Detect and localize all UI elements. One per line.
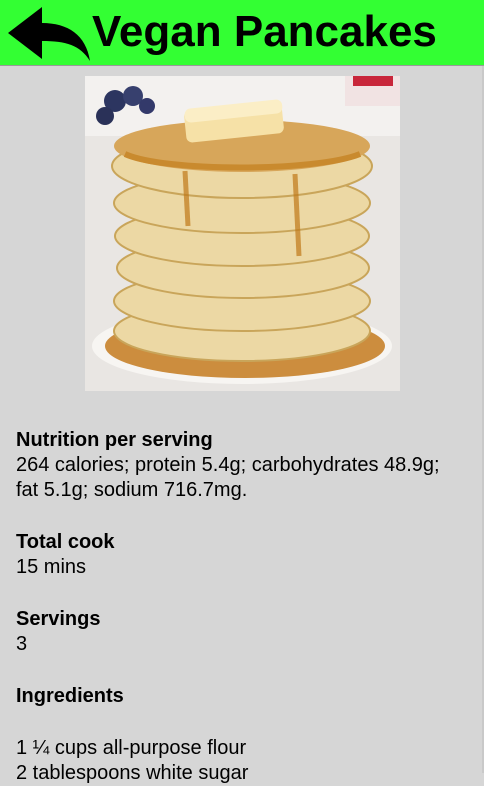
- nutrition-text: 264 calories; protein 5.4g; carbohydrate…: [16, 454, 440, 501]
- ingredient-item: 1 ¼ cups all-purpose flour: [16, 737, 247, 759]
- servings-text: 3: [16, 633, 28, 655]
- servings-heading: Servings: [16, 608, 101, 630]
- back-arrow-icon: [8, 7, 90, 61]
- ingredients-heading: Ingredients: [16, 685, 124, 707]
- app-header: Vegan Pancakes: [0, 0, 484, 66]
- ingredient-item: 2 tablespoons white sugar: [16, 762, 249, 784]
- back-button[interactable]: [6, 5, 94, 63]
- recipe-image: [85, 76, 400, 391]
- page-title: Vegan Pancakes: [92, 7, 437, 56]
- total-cook-text: 15 mins: [16, 556, 87, 578]
- recipe-details: Nutrition per serving 264 calories; prot…: [16, 428, 466, 786]
- total-cook-heading: Total cook: [16, 531, 115, 553]
- nutrition-heading: Nutrition per serving: [16, 429, 213, 451]
